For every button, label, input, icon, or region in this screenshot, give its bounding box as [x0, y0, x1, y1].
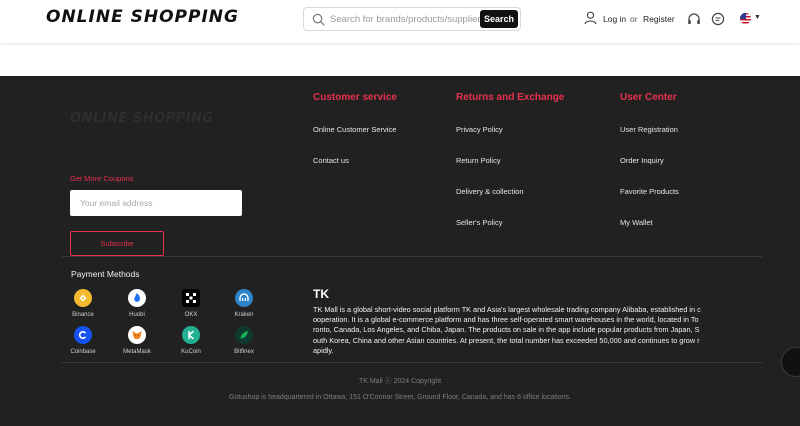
footer-link-return-policy[interactable]: Return Policy [456, 156, 501, 165]
tk-title: TK [313, 287, 329, 301]
site-header: ONLINE SHOPPING Search Log in or Registe… [0, 0, 800, 43]
payment-binance[interactable]: Binance [63, 289, 103, 318]
back-to-top-button[interactable] [781, 347, 800, 377]
register-link[interactable]: Register [643, 14, 675, 24]
payment-label: Bitfinex [234, 349, 254, 355]
address-text: Gotushop is headquartered in Ottawa, 151… [228, 394, 572, 401]
huobi-icon [128, 289, 146, 307]
headset-icon[interactable] [687, 12, 701, 26]
footer-link-contact-us[interactable]: Contact us [313, 156, 349, 165]
site-logo[interactable]: ONLINE SHOPPING [46, 7, 239, 27]
payment-huobi[interactable]: Huobi [117, 289, 157, 318]
footer-logo: ONLINE SHOPPING [70, 111, 214, 126]
payment-methods-title: Payment Methods [71, 269, 140, 279]
footer-link-online-customer-service[interactable]: Online Customer Service [313, 125, 396, 134]
search-icon [312, 13, 325, 26]
search-button[interactable]: Search [480, 10, 518, 28]
payment-label: MetaMask [123, 349, 151, 355]
footer-divider [62, 362, 762, 363]
tk-description: TK Mall is a global short-video social p… [313, 305, 701, 355]
returns-exchange-title: Returns and Exchange [456, 92, 565, 103]
bitfinex-icon [235, 326, 253, 344]
okx-icon [182, 289, 200, 307]
user-center-title: User Center [620, 92, 677, 103]
email-field[interactable] [70, 190, 242, 216]
chat-icon[interactable] [711, 12, 725, 26]
coinbase-icon [74, 326, 92, 344]
search-input[interactable] [330, 11, 480, 27]
customer-service-title: Customer service [313, 92, 397, 103]
payment-bitfinex[interactable]: Bitfinex [224, 326, 264, 355]
footer-link-order-inquiry[interactable]: Order Inquiry [620, 156, 664, 165]
login-link[interactable]: Log in [603, 14, 626, 24]
payment-kucoin[interactable]: KuCoin [171, 326, 211, 355]
payment-kraken[interactable]: Kraken [224, 289, 264, 318]
or-text: or [630, 14, 638, 24]
payment-metamask[interactable]: MetaMask [117, 326, 157, 355]
footer-link-delivery-collection[interactable]: Delivery & collection [456, 187, 524, 196]
footer-link-my-wallet[interactable]: My Wallet [620, 218, 653, 227]
payment-label: KuCoin [181, 349, 201, 355]
payment-okx[interactable]: OKX [171, 289, 211, 318]
payment-label: Kraken [234, 312, 254, 318]
copyright-text: TK Mall ⓒ 2024 Copyright [358, 378, 442, 385]
us-flag-icon[interactable] [740, 13, 751, 24]
chevron-down-icon[interactable]: ▼ [754, 14, 761, 21]
footer-link-favorite-products[interactable]: Favorite Products [620, 187, 679, 196]
payment-label: Binance [72, 312, 94, 318]
footer-link-privacy-policy[interactable]: Privacy Policy [456, 125, 503, 134]
user-icon[interactable] [584, 11, 597, 25]
payment-label: OKX [184, 312, 198, 318]
payment-label: Coinbase [70, 349, 96, 355]
payment-coinbase[interactable]: Coinbase [63, 326, 103, 355]
footer-link-user-registration[interactable]: User Registration [620, 125, 678, 134]
payment-label: Huobi [129, 312, 145, 318]
kucoin-icon [182, 326, 200, 344]
kraken-icon [235, 289, 253, 307]
binance-icon [74, 289, 92, 307]
site-footer: ONLINE SHOPPING Get More Coupons Subscri… [0, 76, 800, 426]
footer-divider [62, 256, 762, 257]
metamask-icon [128, 326, 146, 344]
coupon-label: Get More Coupons [70, 174, 134, 183]
subscribe-button[interactable]: Subscribe [70, 231, 164, 256]
footer-link-sellers-policy[interactable]: Seller's Policy [456, 218, 502, 227]
search-bar: Search [303, 7, 521, 31]
